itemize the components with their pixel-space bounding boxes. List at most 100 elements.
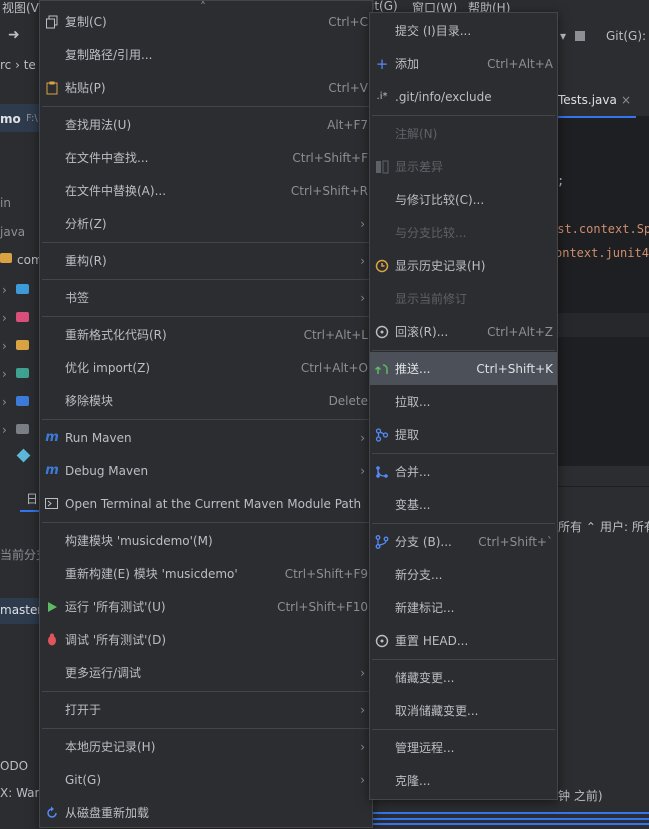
menu-item-optimize-imports[interactable]: 优化 import(Z) Ctrl+Alt+O <box>40 351 372 384</box>
chevron-down-icon[interactable]: ▾ <box>560 29 566 43</box>
submenu-item-push[interactable]: 推送... Ctrl+Shift+K <box>370 352 557 385</box>
submenu-item-new-tag[interactable]: 新建标记... <box>370 591 557 624</box>
fetch-icon <box>374 427 390 443</box>
submenu-item-rollback[interactable]: 回滚(R)... Ctrl+Alt+Z <box>370 315 557 348</box>
chevron-right-icon[interactable]: › <box>2 311 7 325</box>
separator <box>42 522 370 523</box>
chevron-right-icon: › <box>360 216 365 231</box>
branch-name[interactable]: master <box>0 603 42 617</box>
menu-item-paste[interactable]: 粘贴(P) Ctrl+V <box>40 71 372 104</box>
folder-icon <box>16 424 29 434</box>
menu-item-replace-in-files[interactable]: 在文件中替换(A)... Ctrl+Shift+R <box>40 174 372 207</box>
submenu-item-add[interactable]: + 添加 Ctrl+Alt+A <box>370 47 557 80</box>
separator <box>42 691 370 692</box>
submenu-item-branches[interactable]: 分支 (B)... Ctrl+Shift+` <box>370 525 557 558</box>
menu-item-rebuild-module[interactable]: 重新构建(E) 模块 'musicdemo' Ctrl+Shift+F9 <box>40 557 372 590</box>
submenu-item-new-branch[interactable]: 新分支... <box>370 558 557 591</box>
submenu-item-fetch[interactable]: 提取 <box>370 418 557 451</box>
menu-item-run-all-tests[interactable]: 运行 '所有测试'(U) Ctrl+Shift+F10 <box>40 590 372 623</box>
menu-item-run-maven[interactable]: m Run Maven › <box>40 421 372 454</box>
menu-item-copy-path[interactable]: 复制路径/引用... <box>40 38 372 71</box>
submenu-item-show-history[interactable]: 显示历史记录(H) <box>370 249 557 282</box>
chevron-right-icon: › <box>360 463 365 478</box>
project-name[interactable]: mo <box>0 112 21 126</box>
filter-user[interactable]: 用户: 所有 <box>600 518 649 535</box>
debug-bug-icon <box>44 632 60 648</box>
tab-indicator <box>20 510 40 512</box>
submenu-item-git-exclude[interactable]: .i* .git/info/exclude <box>370 80 557 113</box>
submenu-item-show-current-revision[interactable]: 显示当前修订 <box>370 282 557 315</box>
submenu-item-pull[interactable]: 拉取... <box>370 385 557 418</box>
submenu-item-commit-directory[interactable]: 提交 (I)目录... <box>370 14 557 47</box>
warnings-label: X: War <box>0 786 40 800</box>
menu-item-open-terminal-maven[interactable]: Open Terminal at the Current Maven Modul… <box>40 487 372 520</box>
submenu-item-merge[interactable]: 合并... <box>370 455 557 488</box>
breadcrumb[interactable]: rc › te <box>0 58 36 72</box>
chevron-right-icon[interactable]: › <box>2 395 7 409</box>
tab-label[interactable]: Tests.java <box>558 93 617 107</box>
close-icon[interactable]: × <box>621 93 631 107</box>
forward-icon[interactable]: ➜ <box>8 27 20 43</box>
push-arrow-icon <box>374 361 390 377</box>
editor-fold-band <box>556 313 649 337</box>
tree-item-bin[interactable]: in <box>0 196 11 210</box>
ignore-file-icon: .i* <box>376 91 388 102</box>
menu-item-reload-from-disk[interactable]: 从磁盘重新加载 <box>40 796 372 829</box>
menu-item-build-module[interactable]: 构建模块 'musicdemo'(M) <box>40 524 372 557</box>
chevron-right-icon: › <box>360 290 365 305</box>
separator <box>42 106 370 107</box>
chevron-right-icon: › <box>360 702 365 717</box>
merge-icon <box>374 464 390 480</box>
branch-icon <box>374 534 390 550</box>
code-editor[interactable] <box>556 86 649 466</box>
chevron-right-icon: › <box>360 772 365 787</box>
menu-item-analyze[interactable]: 分析(Z) › <box>40 207 372 240</box>
menu-item-local-history[interactable]: 本地历史记录(H) › <box>40 730 372 763</box>
submenu-item-compare-revision[interactable]: 与修订比较(C)... <box>370 183 557 216</box>
package-icon <box>16 284 29 294</box>
separator <box>42 242 370 243</box>
menu-item-git[interactable]: Git(G) › <box>40 763 372 796</box>
submenu-item-unstash[interactable]: 取消储藏变更... <box>370 694 557 727</box>
maven-debug-icon: m <box>45 463 59 478</box>
bottom-tab[interactable]: 日 <box>26 490 38 507</box>
chevron-right-icon[interactable]: › <box>2 339 7 353</box>
menu-item-remove-module[interactable]: 移除模块 Delete <box>40 384 372 417</box>
menu-view[interactable]: 视图(V) <box>2 0 44 16</box>
chevron-right-icon[interactable]: › <box>2 367 7 381</box>
submenu-item-manage-remotes[interactable]: 管理远程... <box>370 731 557 764</box>
menu-item-bookmarks[interactable]: 书签 › <box>40 281 372 314</box>
code-line: ontext.junit4 <box>555 246 649 260</box>
chevron-right-icon[interactable]: › <box>2 283 7 297</box>
progress-stripe <box>372 823 649 825</box>
menu-item-find-in-files[interactable]: 在文件中查找... Ctrl+Shift+F <box>40 141 372 174</box>
menu-item-debug-all-tests[interactable]: 调试 '所有测试'(D) <box>40 623 372 656</box>
separator <box>42 419 370 420</box>
submenu-item-show-diff[interactable]: 显示差异 <box>370 150 557 183</box>
menu-item-debug-maven[interactable]: m Debug Maven › <box>40 454 372 487</box>
reload-icon <box>44 805 60 821</box>
submenu-item-clone[interactable]: 克隆... <box>370 764 557 797</box>
filter-all[interactable]: 所有 ⌃ <box>558 518 596 535</box>
submenu-item-rebase[interactable]: 变基... <box>370 488 557 521</box>
package-icon <box>16 396 29 406</box>
stop-icon[interactable] <box>575 31 585 41</box>
chevron-right-icon: › <box>360 739 365 754</box>
separator <box>42 316 370 317</box>
menu-item-open-in[interactable]: 打开于 › <box>40 693 372 726</box>
chevron-right-icon: › <box>360 665 365 680</box>
submenu-item-annotate[interactable]: 注解(N) <box>370 117 557 150</box>
menu-item-more-run-debug[interactable]: 更多运行/调试 › <box>40 656 372 689</box>
menu-item-find-usages[interactable]: 查找用法(U) Alt+F7 <box>40 108 372 141</box>
separator <box>372 729 555 730</box>
todo-tab[interactable]: ODO <box>0 759 28 773</box>
submenu-item-compare-branch[interactable]: 与分支比较... <box>370 216 557 249</box>
tree-item-java[interactable]: java <box>0 225 25 239</box>
code-line: est.context.Sp <box>550 222 649 236</box>
menu-item-reformat-code[interactable]: 重新格式化代码(R) Ctrl+Alt+L <box>40 318 372 351</box>
menu-item-copy[interactable]: 复制(C) Ctrl+C <box>40 5 372 38</box>
chevron-right-icon[interactable]: › <box>2 423 7 437</box>
submenu-item-reset-head[interactable]: 重置 HEAD... <box>370 624 557 657</box>
menu-item-refactor[interactable]: 重构(R) › <box>40 244 372 277</box>
submenu-item-stash[interactable]: 储藏变更... <box>370 661 557 694</box>
